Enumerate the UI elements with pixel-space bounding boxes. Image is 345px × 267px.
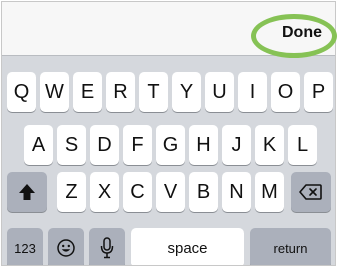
emoji-key[interactable]	[48, 228, 84, 265]
key-t[interactable]: T	[139, 72, 168, 112]
shift-icon	[17, 182, 37, 202]
key-b[interactable]: B	[189, 172, 218, 212]
delete-icon	[299, 183, 323, 201]
keyboard-frame: Done Q W E R T Y U I O P A S D F G H J K…	[1, 1, 336, 266]
space-key[interactable]: space	[131, 228, 244, 265]
key-e[interactable]: E	[73, 72, 102, 112]
shift-key[interactable]	[7, 172, 47, 212]
microphone-key[interactable]	[89, 228, 125, 265]
key-l[interactable]: L	[288, 125, 317, 165]
emoji-icon	[56, 238, 76, 258]
key-j[interactable]: J	[222, 125, 251, 165]
key-a[interactable]: A	[24, 125, 53, 165]
key-g[interactable]: G	[156, 125, 185, 165]
key-i[interactable]: I	[238, 72, 267, 112]
key-w[interactable]: W	[40, 72, 69, 112]
key-c[interactable]: C	[123, 172, 152, 212]
key-u[interactable]: U	[205, 72, 234, 112]
key-r[interactable]: R	[106, 72, 135, 112]
done-button[interactable]: Done	[282, 24, 322, 42]
key-n[interactable]: N	[222, 172, 251, 212]
key-q[interactable]: Q	[7, 72, 36, 112]
key-x[interactable]: X	[90, 172, 119, 212]
keyboard-toolbar: Done	[2, 2, 335, 56]
key-m[interactable]: M	[255, 172, 284, 212]
microphone-icon	[100, 237, 114, 259]
key-p[interactable]: P	[304, 72, 333, 112]
key-h[interactable]: H	[189, 125, 218, 165]
delete-key[interactable]	[291, 172, 331, 212]
key-v[interactable]: V	[156, 172, 185, 212]
key-k[interactable]: K	[255, 125, 284, 165]
key-s[interactable]: S	[57, 125, 86, 165]
key-y[interactable]: Y	[172, 72, 201, 112]
key-f[interactable]: F	[123, 125, 152, 165]
return-key[interactable]: return	[250, 228, 331, 265]
key-d[interactable]: D	[90, 125, 119, 165]
key-z[interactable]: Z	[57, 172, 86, 212]
numbers-key[interactable]: 123	[7, 228, 43, 265]
key-o[interactable]: O	[271, 72, 300, 112]
